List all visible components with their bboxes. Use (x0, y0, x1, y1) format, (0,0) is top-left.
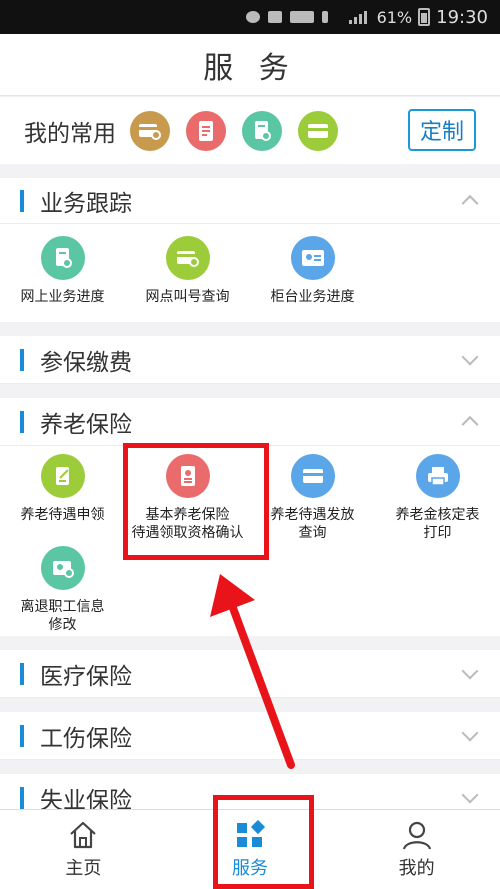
app-root: 61% 19:30 服 务 我的常用 定制 业务跟踪 网上业务进度 网点叫号查询… (0, 0, 500, 889)
red-arrow-annotation (210, 574, 295, 769)
